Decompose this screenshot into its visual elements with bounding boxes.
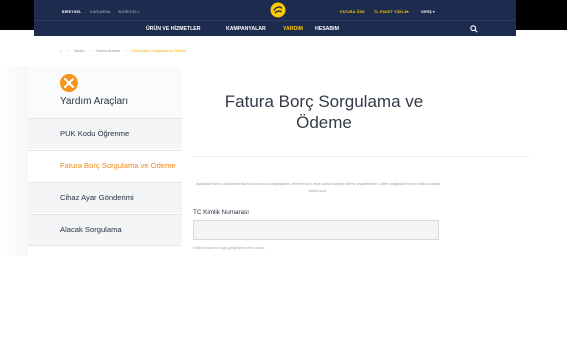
home-icon[interactable]: ⌂ — [60, 49, 62, 53]
chevron-down-icon: ▼ — [432, 10, 436, 14]
breadcrumb: ⌂ › Yardım › Yardım Araçları › Fatura Bo… — [60, 49, 190, 57]
utility-item-fatura-ode[interactable]: FATURA ÖDE — [340, 10, 365, 14]
sidebar-item-cihaz-ayar[interactable]: Cihaz Ayar Gönderimi — [28, 182, 182, 213]
tools-icon — [60, 74, 78, 92]
sidebar-item-label: Alacak Sorgulama — [60, 225, 122, 234]
main-nav-kampanyalar[interactable]: KAMPANYALAR — [226, 26, 266, 32]
intro-text: Aşağıdaki formu doldurarak fatura borcun… — [195, 182, 441, 193]
chevron-right-icon: › — [125, 49, 127, 53]
sidebar-item-puk-kodu[interactable]: PUK Kodu Öğrenme — [28, 118, 182, 149]
breadcrumb-item-yardim[interactable]: Yardım — [73, 49, 84, 53]
utility-item-giris[interactable]: GİRİŞ — [421, 10, 432, 14]
sidebar-item-fatura-borc[interactable]: Fatura Borç Sorgulama ve Ödeme — [28, 150, 182, 181]
input-hint: Kimlik numaranızı doğru girdiğinizden em… — [193, 246, 266, 250]
tc-kimlik-label: TC Kimlik Numarası — [193, 209, 249, 216]
sidebar-shadow — [0, 66, 28, 256]
sidebar: Yardım Araçları PUK Kodu Öğrenme Fatura … — [28, 66, 182, 256]
utility-item-kurumsal[interactable]: KURUMSAL — [90, 10, 112, 14]
brand-logo[interactable] — [270, 2, 286, 18]
top-black-bar-right — [516, 0, 567, 30]
utility-item-workcell[interactable]: WORKCELL — [118, 10, 140, 14]
main-nav-yardim[interactable]: YARDIM — [283, 26, 303, 32]
sidebar-item-label: Fatura Borç Sorgulama ve Ödeme — [60, 161, 176, 170]
breadcrumb-current: Fatura Borç Sorgulama ve Ödeme — [131, 49, 187, 53]
utility-item-paket-yukle[interactable]: TL.PAKET YÜKLE — [374, 10, 407, 14]
breadcrumb-item-yardim-araclari[interactable]: Yardım Araçları — [96, 49, 121, 53]
main-nav-urun-ve-hizmetler[interactable]: ÜRÜN VE HİZMETLER — [146, 26, 200, 32]
main-nav: ÜRÜN VE HİZMETLER KAMPANYALAR YARDIM HES… — [34, 20, 516, 37]
main-nav-hesabim[interactable]: HESABIM — [315, 26, 339, 32]
sidebar-title: Yardım Araçları — [60, 96, 129, 107]
sidebar-header: Yardım Araçları — [28, 66, 182, 118]
top-black-bar-left — [0, 0, 34, 30]
sidebar-item-alacak-sorgulama[interactable]: Alacak Sorgulama — [28, 214, 182, 246]
chevron-down-icon: ▼ — [406, 10, 410, 14]
utility-item-bireysel[interactable]: BİREYSEL — [62, 10, 82, 14]
page-title: Fatura Borç Sorgulama ve Ödeme — [224, 92, 424, 132]
tc-kimlik-input[interactable] — [193, 220, 439, 240]
search-icon[interactable] — [470, 25, 478, 33]
chevron-right-icon: › — [89, 49, 91, 53]
top-navigation: BİREYSEL KURUMSAL WORKCELL FATURA ÖDE TL… — [34, 0, 516, 36]
divider — [192, 156, 530, 157]
sidebar-item-label: PUK Kodu Öğrenme — [60, 129, 130, 138]
utility-nav: BİREYSEL KURUMSAL WORKCELL FATURA ÖDE TL… — [34, 0, 516, 20]
chevron-right-icon: › — [67, 49, 69, 53]
sidebar-item-label: Cihaz Ayar Gönderimi — [60, 193, 134, 202]
